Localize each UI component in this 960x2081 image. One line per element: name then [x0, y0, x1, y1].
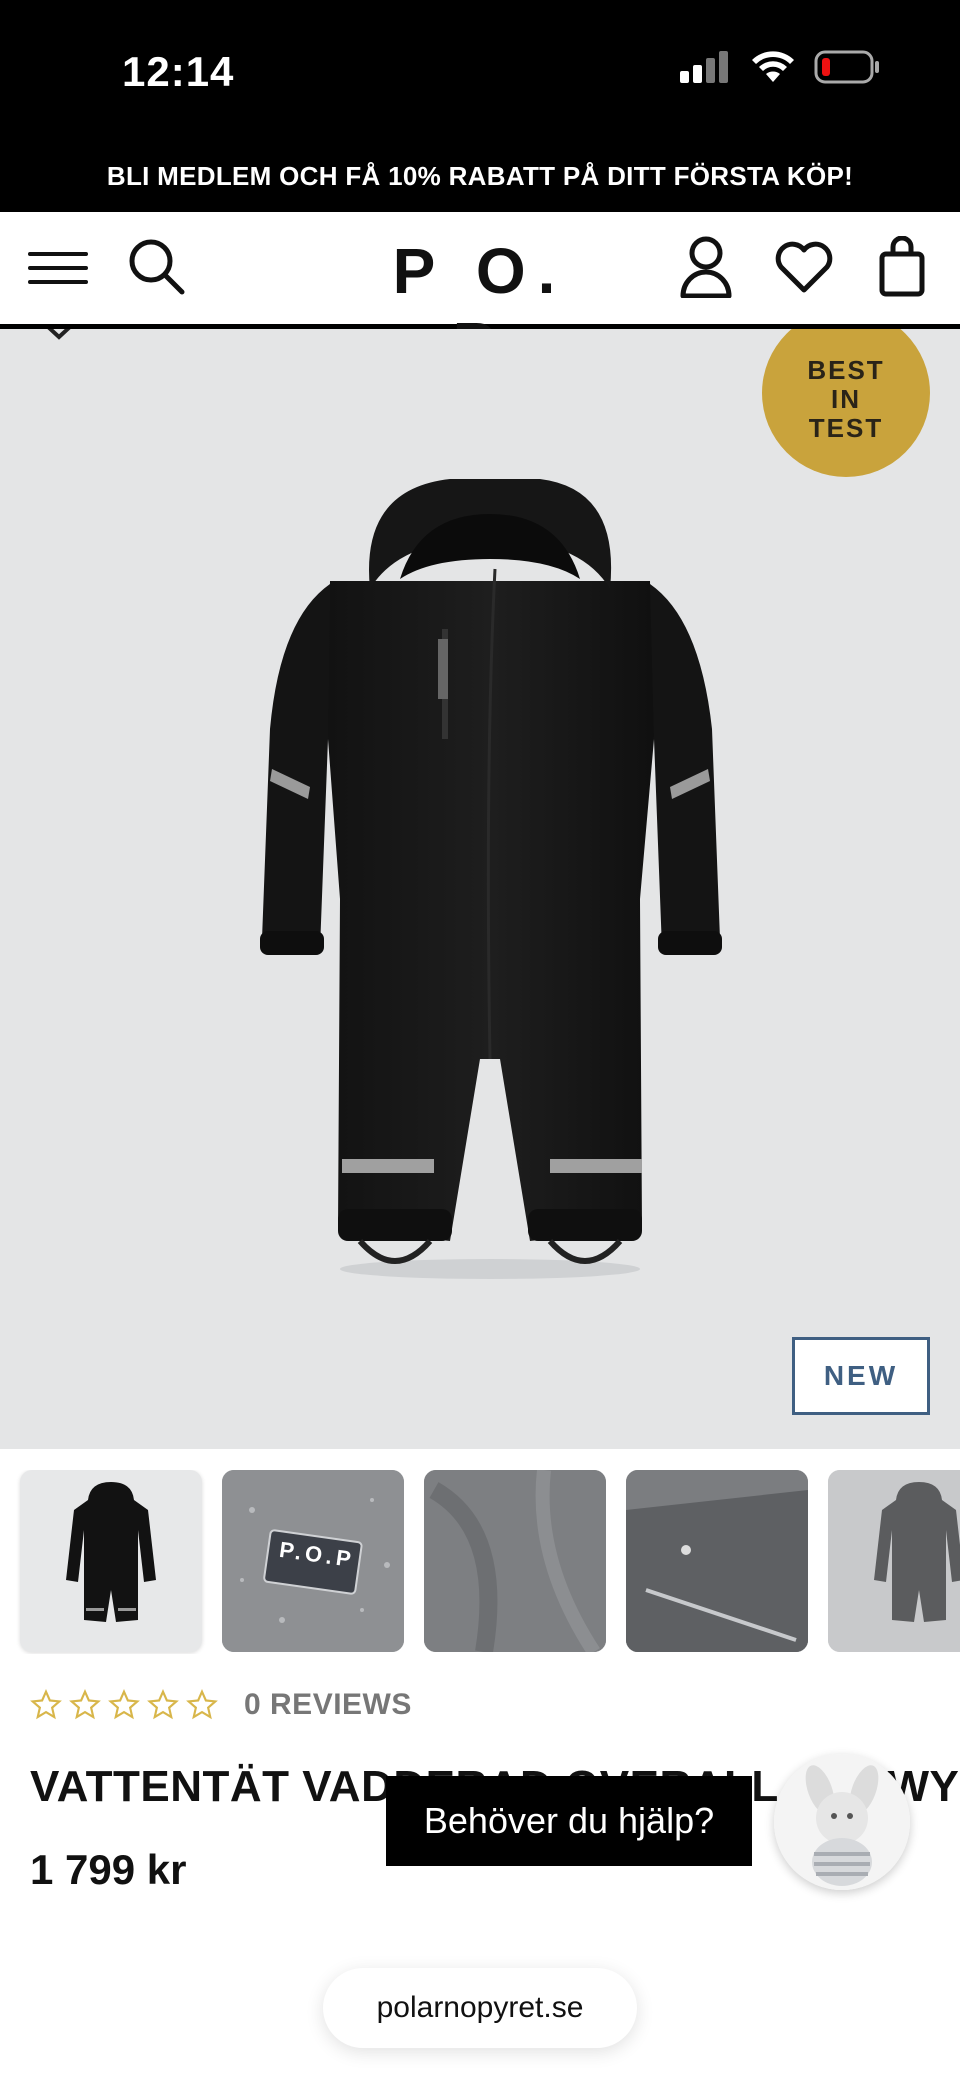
help-chat-avatar[interactable]	[774, 1754, 910, 1890]
battery-icon	[814, 50, 879, 84]
status-bar: 12:14	[0, 0, 960, 140]
thumbnail-3[interactable]	[424, 1470, 606, 1652]
help-chat-button[interactable]: Behöver du hjälp?	[386, 1776, 752, 1866]
status-time: 12:14	[122, 48, 235, 95]
star-rating	[30, 1689, 218, 1721]
badge-best-line-1: BEST	[807, 355, 885, 385]
search-icon	[129, 239, 185, 295]
promo-banner[interactable]: BLI MEDLEM OCH FÅ 10% RABATT PÅ DITT FÖR…	[0, 140, 960, 212]
star-icon	[186, 1689, 218, 1720]
star-icon	[147, 1689, 179, 1720]
product-image[interactable]: BEST IN TEST NEW	[0, 329, 960, 1449]
thumbnail-2[interactable]: P.O.P	[222, 1470, 404, 1652]
badge-best-line-2: IN	[831, 384, 861, 414]
browser-url-bar[interactable]: polarnopyret.se	[323, 1968, 637, 2048]
status-icons	[680, 50, 880, 84]
account-button[interactable]	[676, 234, 736, 300]
thumbnail-carousel[interactable]: P.O.P	[0, 1470, 960, 1654]
best-in-test-badge: BEST IN TEST	[762, 329, 930, 477]
snowsuit-thumbnail-image	[828, 1470, 960, 1652]
user-icon	[680, 236, 732, 298]
review-count[interactable]: 0 REVIEWS	[244, 1688, 412, 1722]
snowsuit-thumbnail-image	[66, 1482, 156, 1622]
shopping-bag-icon	[879, 236, 925, 297]
star-icon	[69, 1689, 101, 1720]
wifi-icon	[752, 51, 794, 82]
badge-best-line-3: TEST	[808, 413, 884, 443]
wishlist-button[interactable]	[772, 236, 836, 298]
site-header: P O. P	[0, 212, 960, 381]
menu-button[interactable]	[28, 242, 88, 294]
star-icon	[108, 1689, 140, 1720]
hamburger-icon	[28, 252, 88, 284]
thumbnail-4[interactable]	[626, 1470, 808, 1652]
new-badge: NEW	[792, 1337, 930, 1415]
bunny-toy-icon	[774, 1754, 910, 1890]
chevron-icon	[47, 329, 71, 340]
thumbnail-1[interactable]	[20, 1470, 202, 1652]
heart-icon	[775, 241, 833, 293]
product-price: 1 799 kr	[30, 1846, 187, 1893]
cart-button[interactable]	[874, 234, 930, 300]
star-icon	[30, 1689, 62, 1720]
search-button[interactable]	[124, 234, 188, 298]
sleeve-detail-image	[626, 1470, 808, 1652]
snowsuit-image	[260, 479, 722, 1279]
signal-icon	[680, 51, 728, 83]
thumbnail-5[interactable]	[828, 1470, 960, 1652]
product-rating[interactable]: 0 REVIEWS	[30, 1688, 412, 1722]
fade-overlay	[40, 1930, 940, 1960]
lining-detail-image	[424, 1470, 606, 1652]
